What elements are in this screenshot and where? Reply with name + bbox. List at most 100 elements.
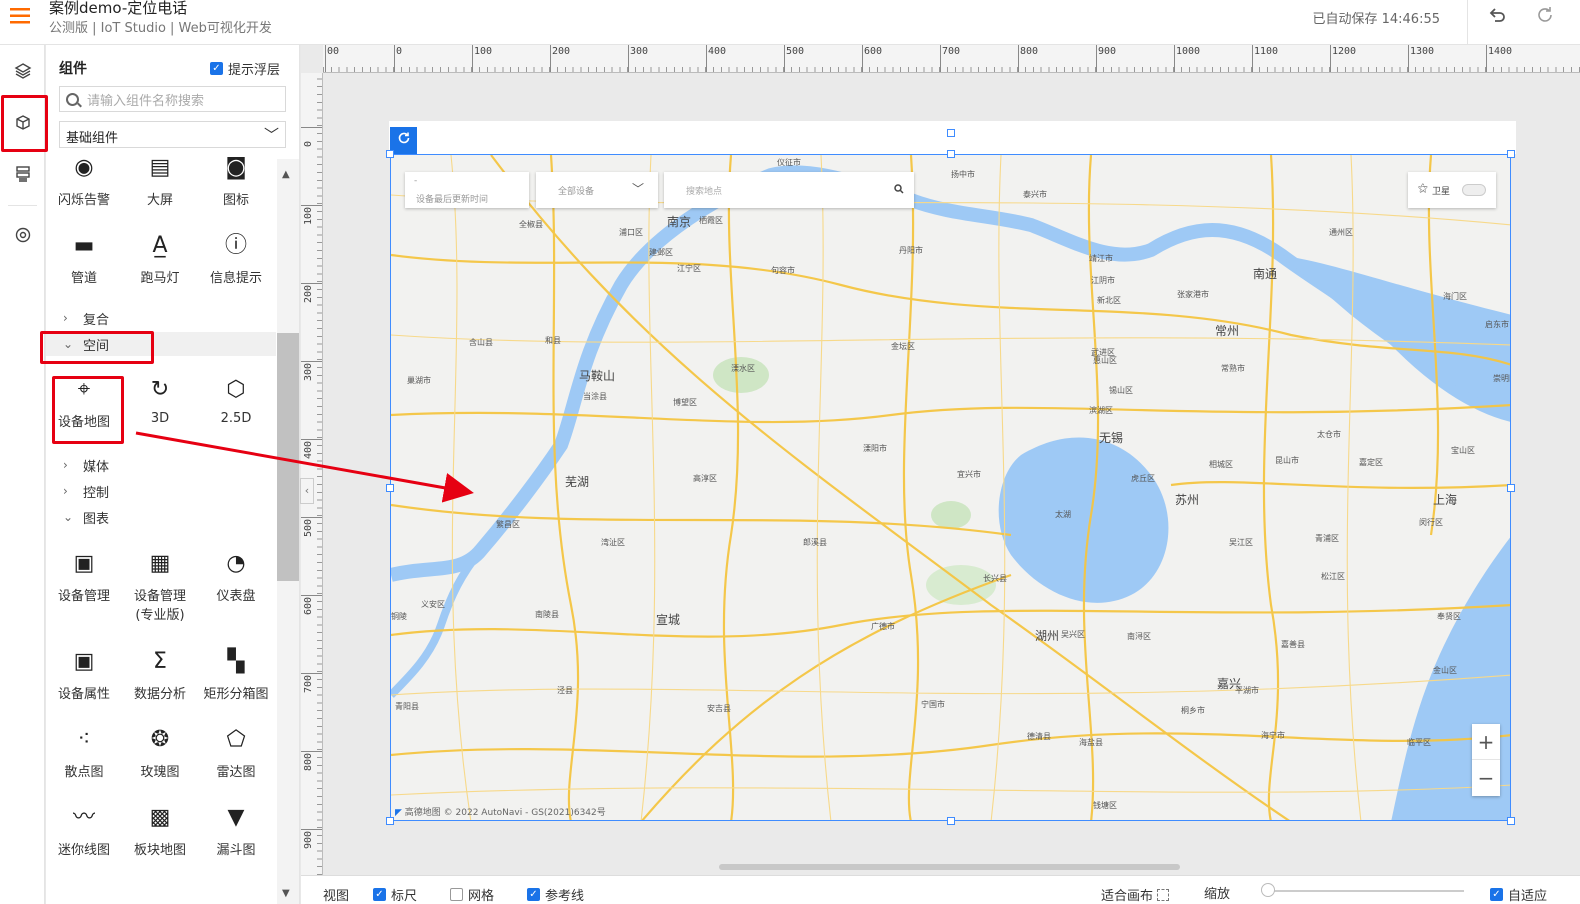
grid-checkbox[interactable]: 网格 xyxy=(450,885,494,904)
component-item[interactable]: 〰迷你线图 xyxy=(48,803,120,858)
ruler-major-tick xyxy=(1018,45,1019,72)
ruler-major-tick xyxy=(784,45,785,72)
component-item[interactable]: ▚ 矩形分箱图 xyxy=(200,647,272,702)
category-media[interactable]: › 媒体 xyxy=(46,453,276,477)
component-label: 信息提示 xyxy=(209,271,262,286)
city-label: 铜陵 xyxy=(391,612,407,621)
category-label: 复合 xyxy=(83,312,110,328)
component-item[interactable]: ▤ 大屏 xyxy=(124,153,196,208)
resize-handle[interactable] xyxy=(386,484,394,492)
component-item[interactable]: ↻ 3D xyxy=(124,375,196,426)
data-source-button[interactable] xyxy=(0,150,45,198)
resize-handle[interactable] xyxy=(947,150,955,158)
search-icon[interactable] xyxy=(894,184,904,194)
category-chart[interactable]: ⌄ 图表 xyxy=(46,505,276,529)
funnel-icon: ▼ xyxy=(227,805,245,830)
fit-canvas-button[interactable]: 适合画布 xyxy=(1101,885,1170,904)
toolbar-divider xyxy=(1467,0,1468,44)
satellite-toggle[interactable]: ⚝ 卫星 xyxy=(1408,172,1496,208)
undo-button[interactable] xyxy=(1482,6,1512,28)
component-item[interactable]: ⓘ 信息提示 xyxy=(200,231,272,286)
resize-handle[interactable] xyxy=(1507,484,1515,492)
ruler-major-tick xyxy=(301,205,322,206)
component-search-input[interactable]: 请输入组件名称搜索 xyxy=(59,86,286,112)
resize-handle[interactable] xyxy=(386,150,394,158)
zoom-slider[interactable] xyxy=(1264,890,1464,892)
city-label: 泾县 xyxy=(557,686,573,695)
resize-handle[interactable] xyxy=(386,817,394,825)
canvas-horizontal-scrollbar[interactable] xyxy=(719,864,1180,870)
redo-icon xyxy=(1538,7,1552,22)
update-time-panel[interactable]: - 设备最后更新时间 xyxy=(405,172,529,208)
zoom-out-button[interactable]: − xyxy=(1472,760,1500,796)
ruler-tick-label: 600 xyxy=(303,596,314,615)
city-label: 青浦区 xyxy=(1315,534,1339,543)
overlay-hint-checkbox[interactable]: ✓ 提示浮层 xyxy=(210,59,280,78)
gauge-icon: ◔ xyxy=(226,551,246,576)
category-select[interactable]: 基础组件 ﹀ xyxy=(59,121,286,148)
component-label: 漏斗图 xyxy=(216,843,256,858)
canvas-area[interactable]: 00 0 100 200 300 400 500 600 700 800 900 1000 1100 12… xyxy=(301,45,1580,875)
refresh-button[interactable] xyxy=(390,127,417,154)
city-label: 宣城 xyxy=(656,613,681,627)
guide-checkbox[interactable]: ✓ 参考线 xyxy=(527,885,584,904)
component-item[interactable]: ❂ 玫瑰图 xyxy=(124,725,196,780)
ruler-checkbox[interactable]: ✓ 标尺 xyxy=(373,885,417,904)
component-label: 矩形分箱图 xyxy=(203,687,269,702)
collapse-panel-button[interactable]: ‹ xyxy=(300,478,314,504)
component-item[interactable]: ⬠ 雷达图 xyxy=(200,725,272,780)
hamburger-menu-icon[interactable] xyxy=(10,7,30,25)
chevron-down-icon: ⌄ xyxy=(63,510,74,524)
component-item[interactable]: ◔ 仪表盘 xyxy=(200,549,272,604)
app-title: 案例demo-定位电话 xyxy=(49,0,188,17)
component-item[interactable]: ▬ 管道 xyxy=(48,231,120,286)
resize-handle[interactable] xyxy=(947,129,955,137)
component-item[interactable]: ▣ 设备管理 xyxy=(48,549,120,604)
panel-scrollbar-thumb[interactable] xyxy=(277,333,299,581)
city-label: 新北区 xyxy=(1097,296,1121,305)
category-label: 控制 xyxy=(83,485,110,501)
layers-button[interactable] xyxy=(0,47,45,95)
resize-handle[interactable] xyxy=(1507,817,1515,825)
zoom-slider-knob[interactable] xyxy=(1261,883,1275,897)
ruler-major-tick xyxy=(550,45,551,72)
redo-button[interactable] xyxy=(1530,6,1560,28)
resize-handle[interactable] xyxy=(947,817,955,825)
ruler-major-tick xyxy=(301,751,322,752)
chevron-left-icon: ‹ xyxy=(304,484,310,497)
ruler-tick-label: 400 xyxy=(708,46,727,57)
component-item[interactable]: ▩ 板块地图 xyxy=(124,803,196,858)
city-label: 松江区 xyxy=(1321,572,1345,581)
pipe-icon: ▬ xyxy=(73,233,95,258)
device-manage-icon: ▣ xyxy=(73,551,95,576)
component-item[interactable]: ▦ 设备管理 (专业版) xyxy=(124,549,196,623)
ruler-tick-label: 100 xyxy=(474,46,493,57)
category-control[interactable]: › 控制 xyxy=(46,479,276,503)
city-label: 宁国市 xyxy=(921,700,945,709)
component-item[interactable]: ◉ 闪烁告警 xyxy=(48,153,120,208)
ruler-major-tick xyxy=(706,45,707,72)
scroll-up-icon[interactable]: ▲ xyxy=(282,169,290,180)
component-item[interactable]: ⬡ 2.5D xyxy=(200,375,272,426)
component-item[interactable]: ▣ 设备属性 xyxy=(48,647,120,702)
component-item[interactable]: ▼ 漏斗图 xyxy=(200,803,272,858)
update-time-label: 设备最后更新时间 xyxy=(416,195,489,205)
component-item[interactable]: Σ 数据分析 xyxy=(124,647,196,702)
settings-button[interactable] xyxy=(0,211,45,259)
adaptive-checkbox[interactable]: ✓ 自适应 xyxy=(1490,885,1547,904)
component-label: 数据分析 xyxy=(133,687,186,702)
component-item[interactable]: ⁖ 散点图 xyxy=(48,725,120,780)
scroll-down-icon[interactable]: ▼ xyxy=(282,888,290,899)
fit-canvas-label: 适合画布 xyxy=(1101,889,1154,904)
resize-handle[interactable] xyxy=(1507,150,1515,158)
component-label: 设备属性 xyxy=(57,687,110,702)
satellite-switch[interactable] xyxy=(1462,184,1486,196)
category-composite[interactable]: › 复合 xyxy=(46,306,276,330)
component-item[interactable]: A̲ 跑马灯 xyxy=(124,231,196,286)
device-map[interactable]: 仪征市 扬中市 泰兴市 南京 栖霞区 全椒县 浦口区 建邺区 丹阳市 江宁区 句容市 靖江市 通州区 南通… xyxy=(390,154,1511,821)
map-search-input[interactable]: 搜索地点 xyxy=(664,172,914,208)
component-item[interactable]: ◙ 图标 xyxy=(200,153,272,208)
device-filter-select[interactable]: 全部设备 ﹀ xyxy=(536,172,658,208)
zoom-in-button[interactable]: + xyxy=(1472,724,1500,760)
sparkline-icon: 〰 xyxy=(72,805,95,830)
